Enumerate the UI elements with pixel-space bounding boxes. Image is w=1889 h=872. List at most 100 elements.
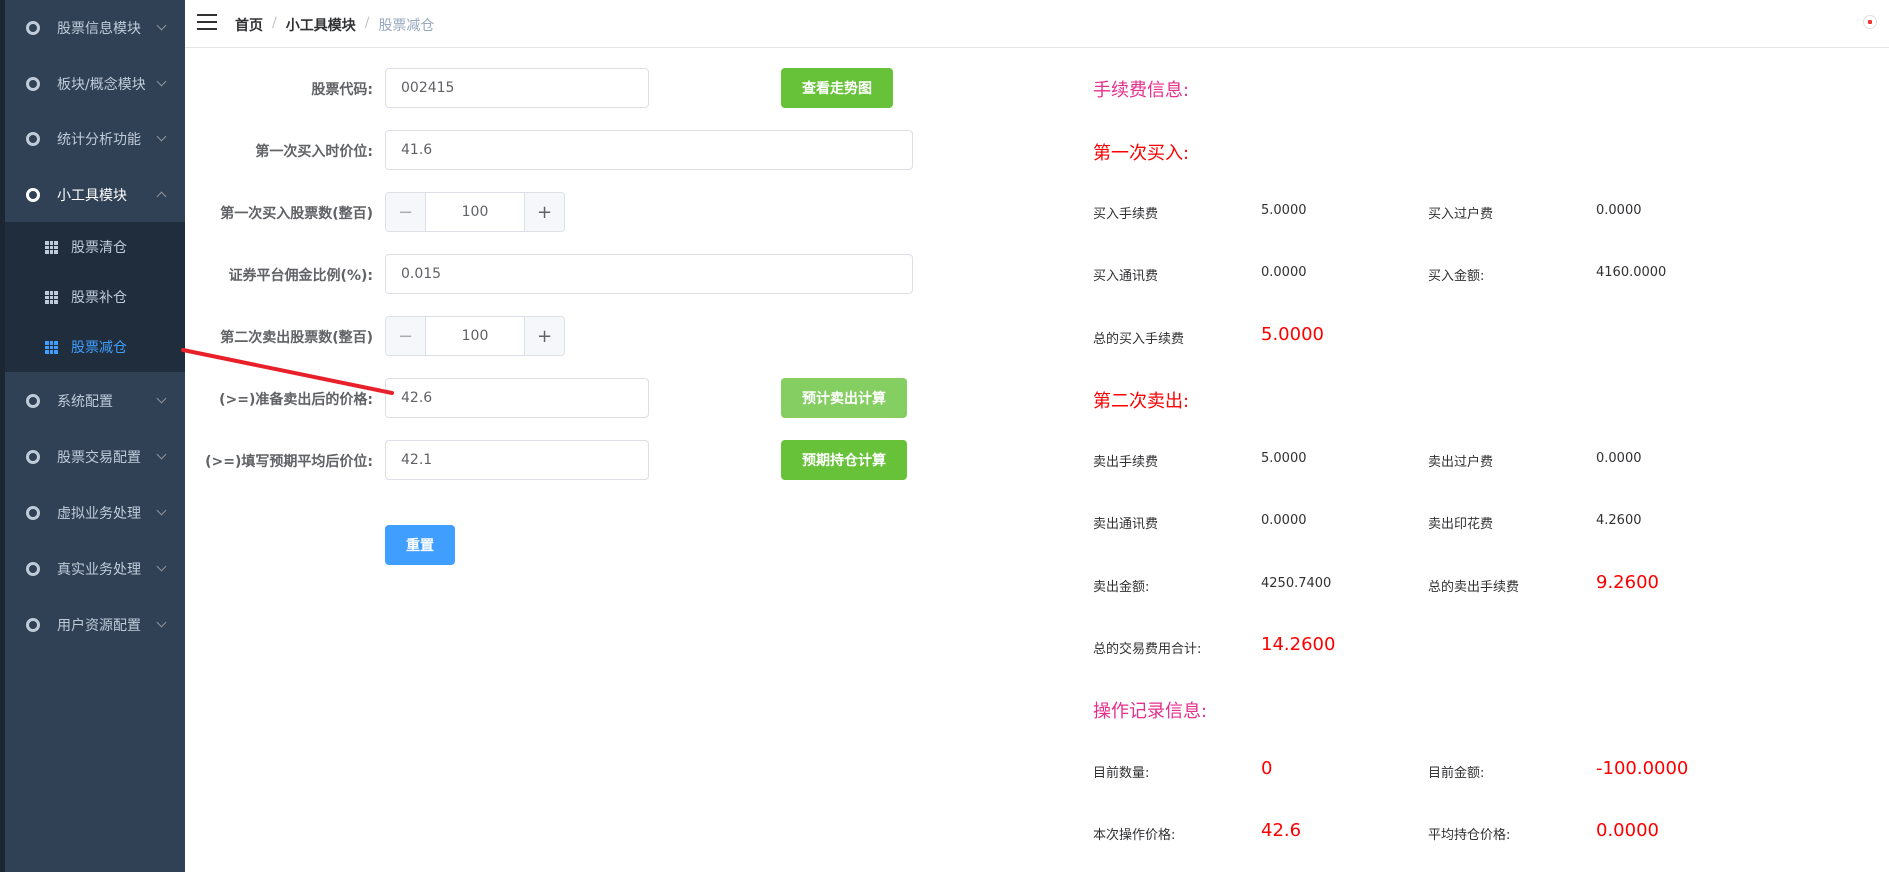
decrease-button[interactable]: − bbox=[386, 193, 426, 231]
second-sell-shares-label: 第二次卖出股票数(整百) bbox=[220, 330, 373, 346]
menu-circle-icon bbox=[26, 394, 40, 408]
top-navbar: 首页 / 小工具模块 / 股票减仓 bbox=[185, 0, 1889, 48]
chevron-down-icon bbox=[156, 20, 167, 31]
stock-code-input[interactable]: 002415 bbox=[385, 68, 649, 108]
current-qty-label: 目前数量: bbox=[1093, 766, 1150, 781]
menu-label: 股票信息模块 bbox=[57, 21, 141, 37]
stock-code-label: 股票代码: bbox=[311, 82, 373, 98]
decrease-button[interactable]: − bbox=[386, 317, 426, 355]
sell-comm-label: 卖出通讯费 bbox=[1093, 517, 1159, 532]
buy-fee-label: 买入手续费 bbox=[1093, 207, 1159, 222]
tools-submenu: 股票清仓 股票补仓 股票减仓 bbox=[5, 222, 185, 372]
first-buy-shares-label: 第一次买入股票数(整百) bbox=[220, 206, 373, 222]
operation-price-label: 本次操作价格: bbox=[1093, 828, 1176, 843]
view-trend-button[interactable]: 查看走势图 bbox=[781, 68, 893, 108]
chevron-down-icon bbox=[156, 131, 167, 142]
submenu-label: 股票清仓 bbox=[71, 240, 127, 256]
sidebar-menu-system-config[interactable]: 系统配置 bbox=[5, 373, 185, 429]
total-trade-fee-label: 总的交易费用合计: bbox=[1093, 642, 1202, 657]
estimate-hold-button[interactable]: 预期持仓计算 bbox=[781, 440, 907, 480]
reset-button[interactable]: 重置 bbox=[385, 525, 455, 565]
second-sell-shares-stepper: − 100 + bbox=[385, 316, 565, 356]
first-buy-title: 第一次买入: bbox=[1093, 143, 1190, 164]
menu-circle-icon bbox=[26, 618, 40, 632]
breadcrumb: 首页 / 小工具模块 / 股票减仓 bbox=[235, 15, 434, 35]
commission-rate-input[interactable]: 0.015 bbox=[385, 254, 913, 294]
commission-rate-label: 证券平台佣金比例(%): bbox=[228, 268, 373, 284]
estimate-sell-button[interactable]: 预计卖出计算 bbox=[781, 378, 907, 418]
total-trade-fee-value: 14.2600 bbox=[1261, 634, 1336, 655]
sidebar-menu-trade-config[interactable]: 股票交易配置 bbox=[5, 429, 185, 485]
stepper-value[interactable]: 100 bbox=[426, 193, 524, 231]
avg-hold-price-label: 平均持仓价格: bbox=[1428, 828, 1511, 843]
menu-circle-icon bbox=[26, 562, 40, 576]
menu-circle-icon bbox=[26, 188, 40, 202]
increase-button[interactable]: + bbox=[524, 193, 564, 231]
sell-stamp-value: 4.2600 bbox=[1596, 513, 1642, 528]
sidebar-menu-statistics[interactable]: 统计分析功能 bbox=[5, 111, 185, 167]
menu-label: 板块/概念模块 bbox=[57, 77, 146, 93]
chevron-down-icon bbox=[156, 393, 167, 404]
hamburger-menu-icon[interactable] bbox=[197, 14, 217, 30]
grid-icon bbox=[45, 240, 58, 254]
sidebar-menu-stock-info[interactable]: 股票信息模块 bbox=[5, 0, 185, 56]
current-amount-value: -100.0000 bbox=[1596, 758, 1689, 779]
sidebar-menu-sector-concept[interactable]: 板块/概念模块 bbox=[5, 56, 185, 112]
breadcrumb-current: 股票减仓 bbox=[378, 18, 435, 34]
chevron-down-icon bbox=[156, 76, 167, 87]
sell-comm-value: 0.0000 bbox=[1261, 513, 1307, 528]
buy-transfer-value: 0.0000 bbox=[1596, 203, 1642, 218]
avatar[interactable] bbox=[1863, 15, 1877, 29]
menu-circle-icon bbox=[26, 132, 40, 146]
first-buy-price-input[interactable]: 41.6 bbox=[385, 130, 913, 170]
sidebar-menu-user-resources[interactable]: 用户资源配置 bbox=[5, 597, 185, 653]
submenu-item-clear-position[interactable]: 股票清仓 bbox=[5, 222, 185, 272]
sell-amount-label: 卖出金额: bbox=[1093, 580, 1150, 595]
sidebar-menu-virtual-business[interactable]: 虚拟业务处理 bbox=[5, 485, 185, 541]
breadcrumb-home[interactable]: 首页 bbox=[235, 15, 263, 35]
sidebar-menu-real-business[interactable]: 真实业务处理 bbox=[5, 541, 185, 597]
buy-amount-value: 4160.0000 bbox=[1596, 265, 1667, 280]
current-qty-value: 0 bbox=[1261, 758, 1273, 779]
sell-transfer-value: 0.0000 bbox=[1596, 451, 1642, 466]
total-buy-fee-value: 5.0000 bbox=[1261, 324, 1324, 345]
sell-stamp-label: 卖出印花费 bbox=[1428, 517, 1494, 532]
first-buy-price-label: 第一次买入时价位: bbox=[255, 144, 373, 160]
submenu-item-add-position[interactable]: 股票补仓 bbox=[5, 272, 185, 322]
buy-fee-value: 5.0000 bbox=[1261, 203, 1307, 218]
menu-label: 真实业务处理 bbox=[57, 562, 141, 578]
fee-info-title: 手续费信息: bbox=[1093, 80, 1190, 101]
stepper-value[interactable]: 100 bbox=[426, 317, 524, 355]
sell-fee-value: 5.0000 bbox=[1261, 451, 1307, 466]
buy-comm-label: 买入通讯费 bbox=[1093, 269, 1159, 284]
submenu-label: 股票减仓 bbox=[71, 340, 127, 356]
menu-label: 股票交易配置 bbox=[57, 450, 141, 466]
target-sell-price-label: (>=)准备卖出后的价格: bbox=[219, 392, 373, 408]
target-sell-price-input[interactable]: 42.6 bbox=[385, 378, 649, 418]
operation-record-title: 操作记录信息: bbox=[1093, 701, 1208, 722]
sidebar-menu-tools[interactable]: 小工具模块 bbox=[5, 167, 185, 223]
chevron-down-icon bbox=[156, 505, 167, 516]
buy-amount-label: 买入金额: bbox=[1428, 269, 1485, 284]
chevron-down-icon bbox=[156, 449, 167, 460]
grid-icon bbox=[45, 340, 58, 354]
increase-button[interactable]: + bbox=[524, 317, 564, 355]
operation-price-value: 42.6 bbox=[1261, 820, 1302, 841]
second-sell-title: 第二次卖出: bbox=[1093, 391, 1190, 412]
buy-comm-value: 0.0000 bbox=[1261, 265, 1307, 280]
sidebar: 股票信息模块 板块/概念模块 统计分析功能 小工具模块 股票清仓 股票补仓 股票… bbox=[0, 0, 185, 872]
buy-transfer-label: 买入过户费 bbox=[1428, 207, 1494, 222]
sell-transfer-label: 卖出过户费 bbox=[1428, 455, 1494, 470]
chevron-down-icon bbox=[156, 617, 167, 628]
menu-circle-icon bbox=[26, 506, 40, 520]
menu-label: 用户资源配置 bbox=[57, 618, 141, 634]
menu-label: 系统配置 bbox=[57, 394, 113, 410]
target-avg-price-input[interactable]: 42.1 bbox=[385, 440, 649, 480]
breadcrumb-separator: / bbox=[272, 15, 277, 31]
submenu-item-reduce-position[interactable]: 股票减仓 bbox=[5, 322, 185, 372]
sell-fee-label: 卖出手续费 bbox=[1093, 455, 1159, 470]
first-buy-shares-stepper: − 100 + bbox=[385, 192, 565, 232]
breadcrumb-tools[interactable]: 小工具模块 bbox=[286, 15, 356, 35]
breadcrumb-separator: / bbox=[364, 15, 370, 31]
annotation-arrow bbox=[181, 348, 394, 395]
